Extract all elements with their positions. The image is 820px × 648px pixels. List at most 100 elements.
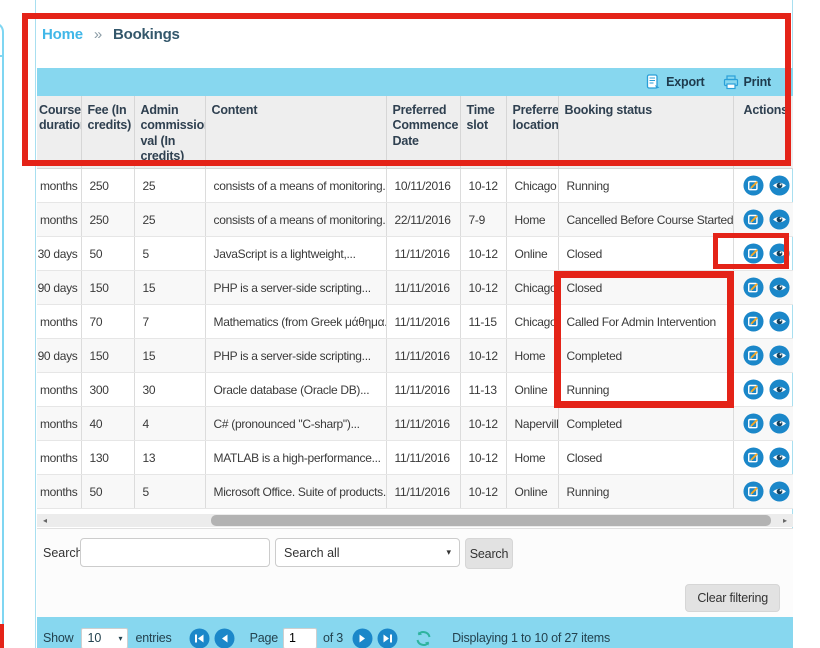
edit-booking-button[interactable] bbox=[743, 277, 764, 298]
last-page-button[interactable] bbox=[377, 628, 398, 648]
pagination-bar: Show 10 ▾ entries Page o bbox=[37, 617, 793, 648]
view-booking-button[interactable] bbox=[769, 277, 790, 298]
view-booking-button[interactable] bbox=[769, 311, 790, 332]
cell-content: MATLAB is a high-performance... bbox=[205, 441, 386, 475]
cell-time-slot: 7-9 bbox=[460, 203, 506, 237]
view-booking-button[interactable] bbox=[769, 209, 790, 230]
cell-admin-commission: 5 bbox=[134, 475, 205, 509]
cell-commence-date: 11/11/2016 bbox=[386, 373, 460, 407]
edit-booking-button[interactable] bbox=[743, 209, 764, 230]
cell-time-slot: 10-12 bbox=[460, 475, 506, 509]
cell-course-duration: 2 months bbox=[37, 441, 81, 475]
cell-fee: 70 bbox=[81, 305, 134, 339]
edit-icon bbox=[743, 345, 764, 366]
cell-commence-date: 11/11/2016 bbox=[386, 441, 460, 475]
cell-content: JavaScript is a lightweight,... bbox=[205, 237, 386, 271]
cell-admin-commission: 5 bbox=[134, 237, 205, 271]
edit-booking-button[interactable] bbox=[743, 175, 764, 196]
cell-course-duration: 90 days bbox=[37, 271, 81, 305]
first-page-button[interactable] bbox=[189, 628, 210, 648]
cell-content: PHP is a server-side scripting... bbox=[205, 271, 386, 305]
edit-booking-button[interactable] bbox=[743, 447, 764, 468]
cell-course-duration: 2 months bbox=[37, 407, 81, 441]
cell-course-duration: 30 days bbox=[37, 237, 81, 271]
edit-icon bbox=[743, 413, 764, 434]
scrollbar-right-arrow-icon[interactable]: ▸ bbox=[779, 514, 791, 527]
cell-time-slot: 10-12 bbox=[460, 407, 506, 441]
cell-fee: 50 bbox=[81, 237, 134, 271]
cell-actions bbox=[733, 407, 793, 441]
page-number-input[interactable] bbox=[283, 628, 317, 648]
cell-actions bbox=[733, 271, 793, 305]
view-icon bbox=[769, 277, 790, 298]
view-booking-button[interactable] bbox=[769, 175, 790, 196]
cell-location: Online bbox=[506, 237, 558, 271]
scrollbar-left-arrow-icon[interactable]: ◂ bbox=[39, 514, 51, 527]
edit-icon bbox=[743, 379, 764, 400]
cell-time-slot: 11-13 bbox=[460, 373, 506, 407]
edit-booking-button[interactable] bbox=[743, 379, 764, 400]
view-icon bbox=[769, 311, 790, 332]
edit-booking-button[interactable] bbox=[743, 345, 764, 366]
table-row: 2 months 40 4 C# (pronounced "C-sharp").… bbox=[37, 407, 793, 441]
view-icon bbox=[769, 413, 790, 434]
edit-booking-button[interactable] bbox=[743, 481, 764, 502]
cell-commence-date: 11/11/2016 bbox=[386, 305, 460, 339]
cell-fee: 50 bbox=[81, 475, 134, 509]
cell-time-slot: 10-12 bbox=[460, 271, 506, 305]
left-panel-border bbox=[0, 22, 4, 648]
show-label: Show bbox=[43, 631, 73, 645]
cell-fee: 250 bbox=[81, 203, 134, 237]
cell-actions bbox=[733, 373, 793, 407]
cell-actions bbox=[733, 339, 793, 373]
cell-commence-date: 10/11/2016 bbox=[386, 169, 460, 203]
cell-location: Home bbox=[506, 339, 558, 373]
edit-booking-button[interactable] bbox=[743, 413, 764, 434]
page-size-value: 10 bbox=[87, 631, 101, 645]
view-booking-button[interactable] bbox=[769, 345, 790, 366]
cell-admin-commission: 15 bbox=[134, 339, 205, 373]
edit-icon bbox=[743, 175, 764, 196]
previous-page-button[interactable] bbox=[214, 628, 235, 648]
view-booking-button[interactable] bbox=[769, 413, 790, 434]
view-icon bbox=[769, 175, 790, 196]
cell-location: Naperville bbox=[506, 407, 558, 441]
horizontal-scrollbar[interactable]: ◂ ▸ bbox=[37, 514, 793, 527]
search-area: Search: Search all ▾ Search Clear filter… bbox=[37, 528, 793, 617]
left-panel-divider bbox=[0, 55, 4, 57]
cell-fee: 40 bbox=[81, 407, 134, 441]
last-page-icon bbox=[377, 628, 398, 648]
annotation-box-row-actions bbox=[713, 233, 789, 269]
cell-admin-commission: 4 bbox=[134, 407, 205, 441]
pagination-status: Displaying 1 to 10 of 27 items bbox=[452, 631, 610, 645]
cell-content: C# (pronounced "C-sharp")... bbox=[205, 407, 386, 441]
search-button[interactable]: Search bbox=[465, 538, 513, 569]
cell-commence-date: 11/11/2016 bbox=[386, 407, 460, 441]
cell-content: Oracle database (Oracle DB)... bbox=[205, 373, 386, 407]
edit-booking-button[interactable] bbox=[743, 311, 764, 332]
edit-icon bbox=[743, 311, 764, 332]
view-booking-button[interactable] bbox=[769, 447, 790, 468]
next-page-button[interactable] bbox=[352, 628, 373, 648]
cell-commence-date: 11/11/2016 bbox=[386, 271, 460, 305]
cell-actions bbox=[733, 203, 793, 237]
cell-location: Chicago bbox=[506, 305, 558, 339]
cell-time-slot: 10-12 bbox=[460, 237, 506, 271]
refresh-button[interactable] bbox=[414, 629, 433, 648]
view-booking-button[interactable] bbox=[769, 379, 790, 400]
cell-admin-commission: 15 bbox=[134, 271, 205, 305]
search-input[interactable] bbox=[80, 538, 270, 567]
first-page-icon bbox=[189, 628, 210, 648]
cell-actions bbox=[733, 441, 793, 475]
search-filter-select[interactable]: Search all ▾ bbox=[275, 538, 460, 567]
cell-content: PHP is a server-side scripting... bbox=[205, 339, 386, 373]
cell-fee: 150 bbox=[81, 339, 134, 373]
scrollbar-thumb[interactable] bbox=[211, 515, 771, 526]
previous-page-icon bbox=[214, 628, 235, 648]
cell-course-duration: 90 days bbox=[37, 339, 81, 373]
table-row: 2 months 130 13 MATLAB is a high-perform… bbox=[37, 441, 793, 475]
view-booking-button[interactable] bbox=[769, 481, 790, 502]
page-size-select[interactable]: 10 ▾ bbox=[81, 628, 128, 648]
view-icon bbox=[769, 379, 790, 400]
clear-filtering-button[interactable]: Clear filtering bbox=[685, 584, 780, 612]
